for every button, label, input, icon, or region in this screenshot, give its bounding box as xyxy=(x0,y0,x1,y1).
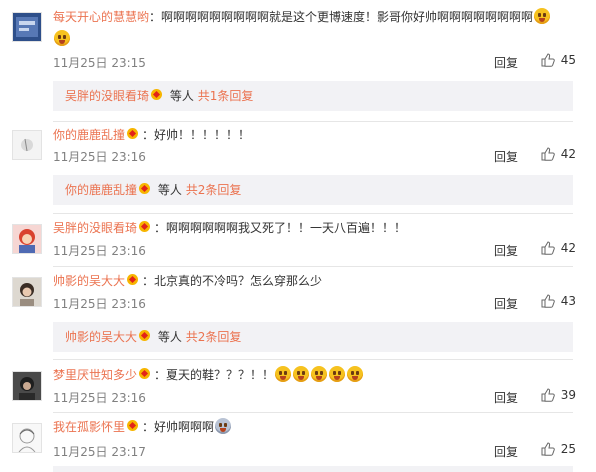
comment-text: 帅影的吴大大 ：北京真的不冷吗？怎么穿那么少 xyxy=(53,270,582,292)
separator: ： xyxy=(154,368,167,382)
divider xyxy=(53,266,573,267)
like-count: 39 xyxy=(560,388,576,402)
vip-badge-icon xyxy=(139,368,153,380)
comment-date: 11月25日 23:16 xyxy=(53,297,146,311)
comment-content: 好帅啊啊啊 xyxy=(154,420,215,434)
reply-button[interactable]: 回复 xyxy=(494,295,518,312)
vip-badge-icon xyxy=(127,274,141,286)
divider xyxy=(53,359,573,360)
separator: ： xyxy=(142,420,155,434)
thumbs-up-icon xyxy=(541,53,555,67)
sub-reply-count-link[interactable]: 共2条回复 xyxy=(186,183,242,197)
username-link[interactable]: 梦里厌世知多少 xyxy=(53,368,137,382)
emoji-icon xyxy=(329,366,346,382)
avatar[interactable] xyxy=(12,12,42,42)
reply-button[interactable]: 回复 xyxy=(494,148,518,165)
like-button[interactable]: 25 xyxy=(532,442,576,456)
sub-reply-mid: 等人 xyxy=(157,183,182,197)
comment-content: 夏天的鞋？？？！！ xyxy=(166,368,275,382)
thumbs-up-icon xyxy=(541,442,555,456)
emoji-icon xyxy=(275,366,292,382)
reply-button[interactable]: 回复 xyxy=(494,389,518,406)
reply-button[interactable]: 回复 xyxy=(494,443,518,460)
sub-reply-mid: 等人 xyxy=(157,330,182,344)
comment-text: 你的鹿鹿乱撞 ：好帅！！！！！！ xyxy=(53,124,582,146)
sub-replies-box: 帅影的吴大大 等人 共2条回复 xyxy=(53,322,573,352)
separator: ： xyxy=(142,274,155,288)
vip-badge-icon xyxy=(139,183,153,195)
like-button[interactable]: 43 xyxy=(532,294,576,308)
sub-replies-box xyxy=(53,466,573,472)
vip-badge-icon xyxy=(127,420,141,432)
like-count: 45 xyxy=(560,53,576,67)
divider xyxy=(53,412,573,413)
separator: ： xyxy=(154,221,167,235)
separator: ： xyxy=(142,128,155,142)
comment-content: 好帅！！！！！！ xyxy=(154,128,251,142)
thumbs-up-icon xyxy=(541,147,555,161)
sub-reply-mid: 等人 xyxy=(169,89,194,103)
username-link[interactable]: 每天开心的慧慧哟 xyxy=(53,10,149,24)
emoji-icon xyxy=(347,366,364,382)
sub-reply-user[interactable]: 帅影的吴大大 xyxy=(65,330,137,344)
reply-button[interactable]: 回复 xyxy=(494,54,518,71)
comment-text: 吴胖的没眼看琦 ：啊啊啊啊啊啊我又死了！！一天八百遍！！！ xyxy=(53,217,582,239)
comment-text: 每天开心的慧慧哟：啊啊啊啊啊啊啊啊啊就是这个更博速度！影哥你好帅啊啊啊啊啊啊啊啊 xyxy=(53,6,582,50)
comment-date: 11月25日 23:15 xyxy=(53,56,146,70)
username-link[interactable]: 你的鹿鹿乱撞 xyxy=(53,128,125,142)
comment-content: 北京真的不冷吗？怎么穿那么少 xyxy=(154,274,323,288)
username-link[interactable]: 我在孤影怀里 xyxy=(53,420,125,434)
sub-replies-box: 吴胖的没眼看琦 等人 共1条回复 xyxy=(53,81,573,111)
emoji-icon xyxy=(311,366,328,382)
emoji-icon xyxy=(293,366,310,382)
emoji-icon xyxy=(534,8,551,24)
vip-badge-icon xyxy=(151,89,165,101)
divider xyxy=(53,121,573,122)
vip-badge-icon xyxy=(127,128,141,140)
thumbs-up-icon xyxy=(541,388,555,402)
separator: ： xyxy=(149,10,162,24)
username-link[interactable]: 吴胖的没眼看琦 xyxy=(53,221,137,235)
like-button[interactable]: 45 xyxy=(532,53,576,67)
like-button[interactable]: 42 xyxy=(532,147,576,161)
comment-text: 梦里厌世知多少 ：夏天的鞋？？？！！ xyxy=(53,364,582,386)
emoji-icon xyxy=(215,418,232,434)
avatar[interactable] xyxy=(12,371,42,401)
avatar[interactable] xyxy=(12,224,42,254)
username-link[interactable]: 帅影的吴大大 xyxy=(53,274,125,288)
avatar[interactable] xyxy=(12,277,42,307)
comment-content: 啊啊啊啊啊啊我又死了！！一天八百遍！！！ xyxy=(166,221,407,235)
sub-reply-user[interactable]: 吴胖的没眼看琦 xyxy=(65,89,149,103)
comment-text: 我在孤影怀里 ：好帅啊啊啊 xyxy=(53,416,582,438)
sub-reply-count-link[interactable]: 共2条回复 xyxy=(186,330,242,344)
comment-date: 11月25日 23:16 xyxy=(53,244,146,258)
sub-replies-box: 你的鹿鹿乱撞 等人 共2条回复 xyxy=(53,175,573,205)
reply-button[interactable]: 回复 xyxy=(494,242,518,259)
thumbs-up-icon xyxy=(541,241,555,255)
divider xyxy=(53,213,573,214)
sub-reply-count-link[interactable]: 共1条回复 xyxy=(198,89,254,103)
vip-badge-icon xyxy=(139,330,153,342)
comment-content: 啊啊啊啊啊啊啊啊啊就是这个更博速度！影哥你好帅啊啊啊啊啊啊啊啊 xyxy=(161,10,534,24)
like-count: 42 xyxy=(560,147,576,161)
sub-reply-user[interactable]: 你的鹿鹿乱撞 xyxy=(65,183,137,197)
like-button[interactable]: 42 xyxy=(532,241,576,255)
emoji-icon xyxy=(54,30,70,46)
thumbs-up-icon xyxy=(541,294,555,308)
like-count: 25 xyxy=(560,442,576,456)
comment-date: 11月25日 23:16 xyxy=(53,150,146,164)
comment-date: 11月25日 23:16 xyxy=(53,391,146,405)
comment-date: 11月25日 23:17 xyxy=(53,445,146,459)
like-count: 42 xyxy=(560,241,576,255)
avatar[interactable] xyxy=(12,130,42,160)
avatar[interactable] xyxy=(12,423,42,453)
like-button[interactable]: 39 xyxy=(532,388,576,402)
vip-badge-icon xyxy=(139,221,153,233)
like-count: 43 xyxy=(560,294,576,308)
